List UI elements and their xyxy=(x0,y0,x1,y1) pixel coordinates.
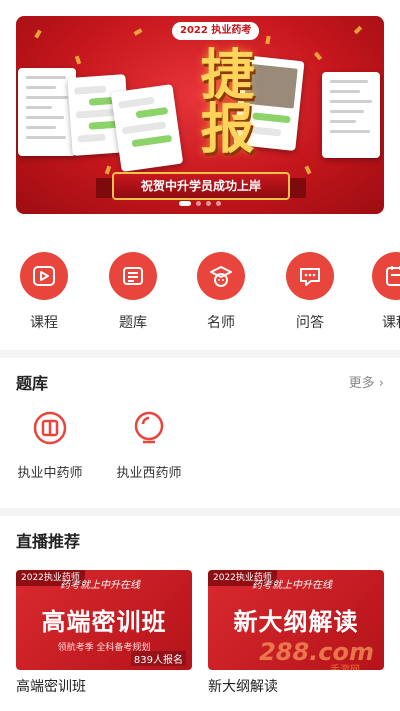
more-link[interactable]: 更多 › xyxy=(349,372,384,391)
course-card[interactable]: 2022执业药师 药考就上中升在线 新大纲解读 288.com 手游网 新大纲解… xyxy=(208,570,384,696)
section-title: 题库 xyxy=(16,374,49,393)
bank-item-western-pharmacist[interactable]: 执业西药师 xyxy=(113,408,185,481)
nav-label: 题库 xyxy=(119,315,147,331)
question-bank-icon xyxy=(109,252,157,300)
poster-slogan: 药考就上中升在线 xyxy=(252,580,332,591)
quick-nav: 课程 题库 名师 问答 课程 xyxy=(0,232,400,350)
nav-label: 课程 xyxy=(382,315,400,331)
carousel-dot[interactable] xyxy=(216,201,221,206)
carousel-dot[interactable] xyxy=(196,201,201,206)
section-title: 直播推荐 xyxy=(16,532,81,551)
calendar-icon xyxy=(372,252,400,300)
app-page: 2022 执业药考 捷报 祝贺中升学员成功上岸 课程 题库 名师 问答 课 题库… xyxy=(0,0,400,711)
course-card[interactable]: 2022执业药师 药考就上中升在线 高端密训班 领航考季 全科备考规划 839人… xyxy=(16,570,192,696)
live-section: 直播推荐 2022执业药师 药考就上中升在线 高端密训班 领航考季 全科备考规划… xyxy=(0,516,400,711)
nav-label: 名师 xyxy=(207,315,235,331)
more-label: 更多 xyxy=(348,376,375,391)
western-medicine-icon xyxy=(129,408,169,448)
enroll-count: 839人报名 xyxy=(130,651,186,666)
carousel-dot[interactable] xyxy=(206,201,211,206)
banner-ribbon: 祝贺中升学员成功上岸 xyxy=(112,172,290,200)
nav-item-qa[interactable]: 问答 xyxy=(280,252,340,332)
nav-item-question-bank[interactable]: 题库 xyxy=(103,252,163,332)
banner-year-tag: 2022 执业药考 xyxy=(172,22,260,40)
promo-banner[interactable]: 2022 执业药考 捷报 祝贺中升学员成功上岸 xyxy=(16,16,384,214)
chat-bubble-icon xyxy=(286,252,334,300)
bank-item-chinese-pharmacist[interactable]: 执业中药师 xyxy=(14,408,86,481)
carousel-dot[interactable] xyxy=(179,201,191,206)
carousel-indicator xyxy=(16,201,384,206)
nav-item-teachers[interactable]: 名师 xyxy=(191,252,251,332)
watermark-subtext: 手游网 xyxy=(330,661,360,670)
play-video-icon xyxy=(20,252,68,300)
poster-title: 高端密训班 xyxy=(41,608,167,636)
course-poster: 2022执业药师 药考就上中升在线 高端密训班 领航考季 全科备考规划 839人… xyxy=(16,570,192,670)
poster-title: 新大纲解读 xyxy=(233,608,359,636)
course-title: 高端密训班 xyxy=(16,679,86,695)
banner-section: 2022 执业药考 捷报 祝贺中升学员成功上岸 xyxy=(0,0,400,232)
poster-slogan: 药考就上中升在线 xyxy=(60,580,140,591)
question-bank-section: 题库 更多 › 执业中药师 执业西药师 xyxy=(0,358,400,508)
nav-label: 课程 xyxy=(30,315,58,331)
nav-label: 问答 xyxy=(296,315,324,331)
chevron-right-icon: › xyxy=(378,376,384,391)
herbal-medicine-icon xyxy=(30,408,70,448)
chat-screenshot-right xyxy=(322,72,380,158)
teacher-icon xyxy=(197,252,245,300)
bank-label: 执业中药师 xyxy=(17,466,83,481)
nav-item-courses-2[interactable]: 课程 xyxy=(366,252,400,332)
course-poster: 2022执业药师 药考就上中升在线 新大纲解读 288.com 手游网 xyxy=(208,570,384,670)
banner-headline: 捷报 xyxy=(191,46,255,154)
nav-item-courses[interactable]: 课程 xyxy=(14,252,74,332)
course-title: 新大纲解读 xyxy=(208,679,278,695)
bank-label: 执业西药师 xyxy=(116,466,182,481)
